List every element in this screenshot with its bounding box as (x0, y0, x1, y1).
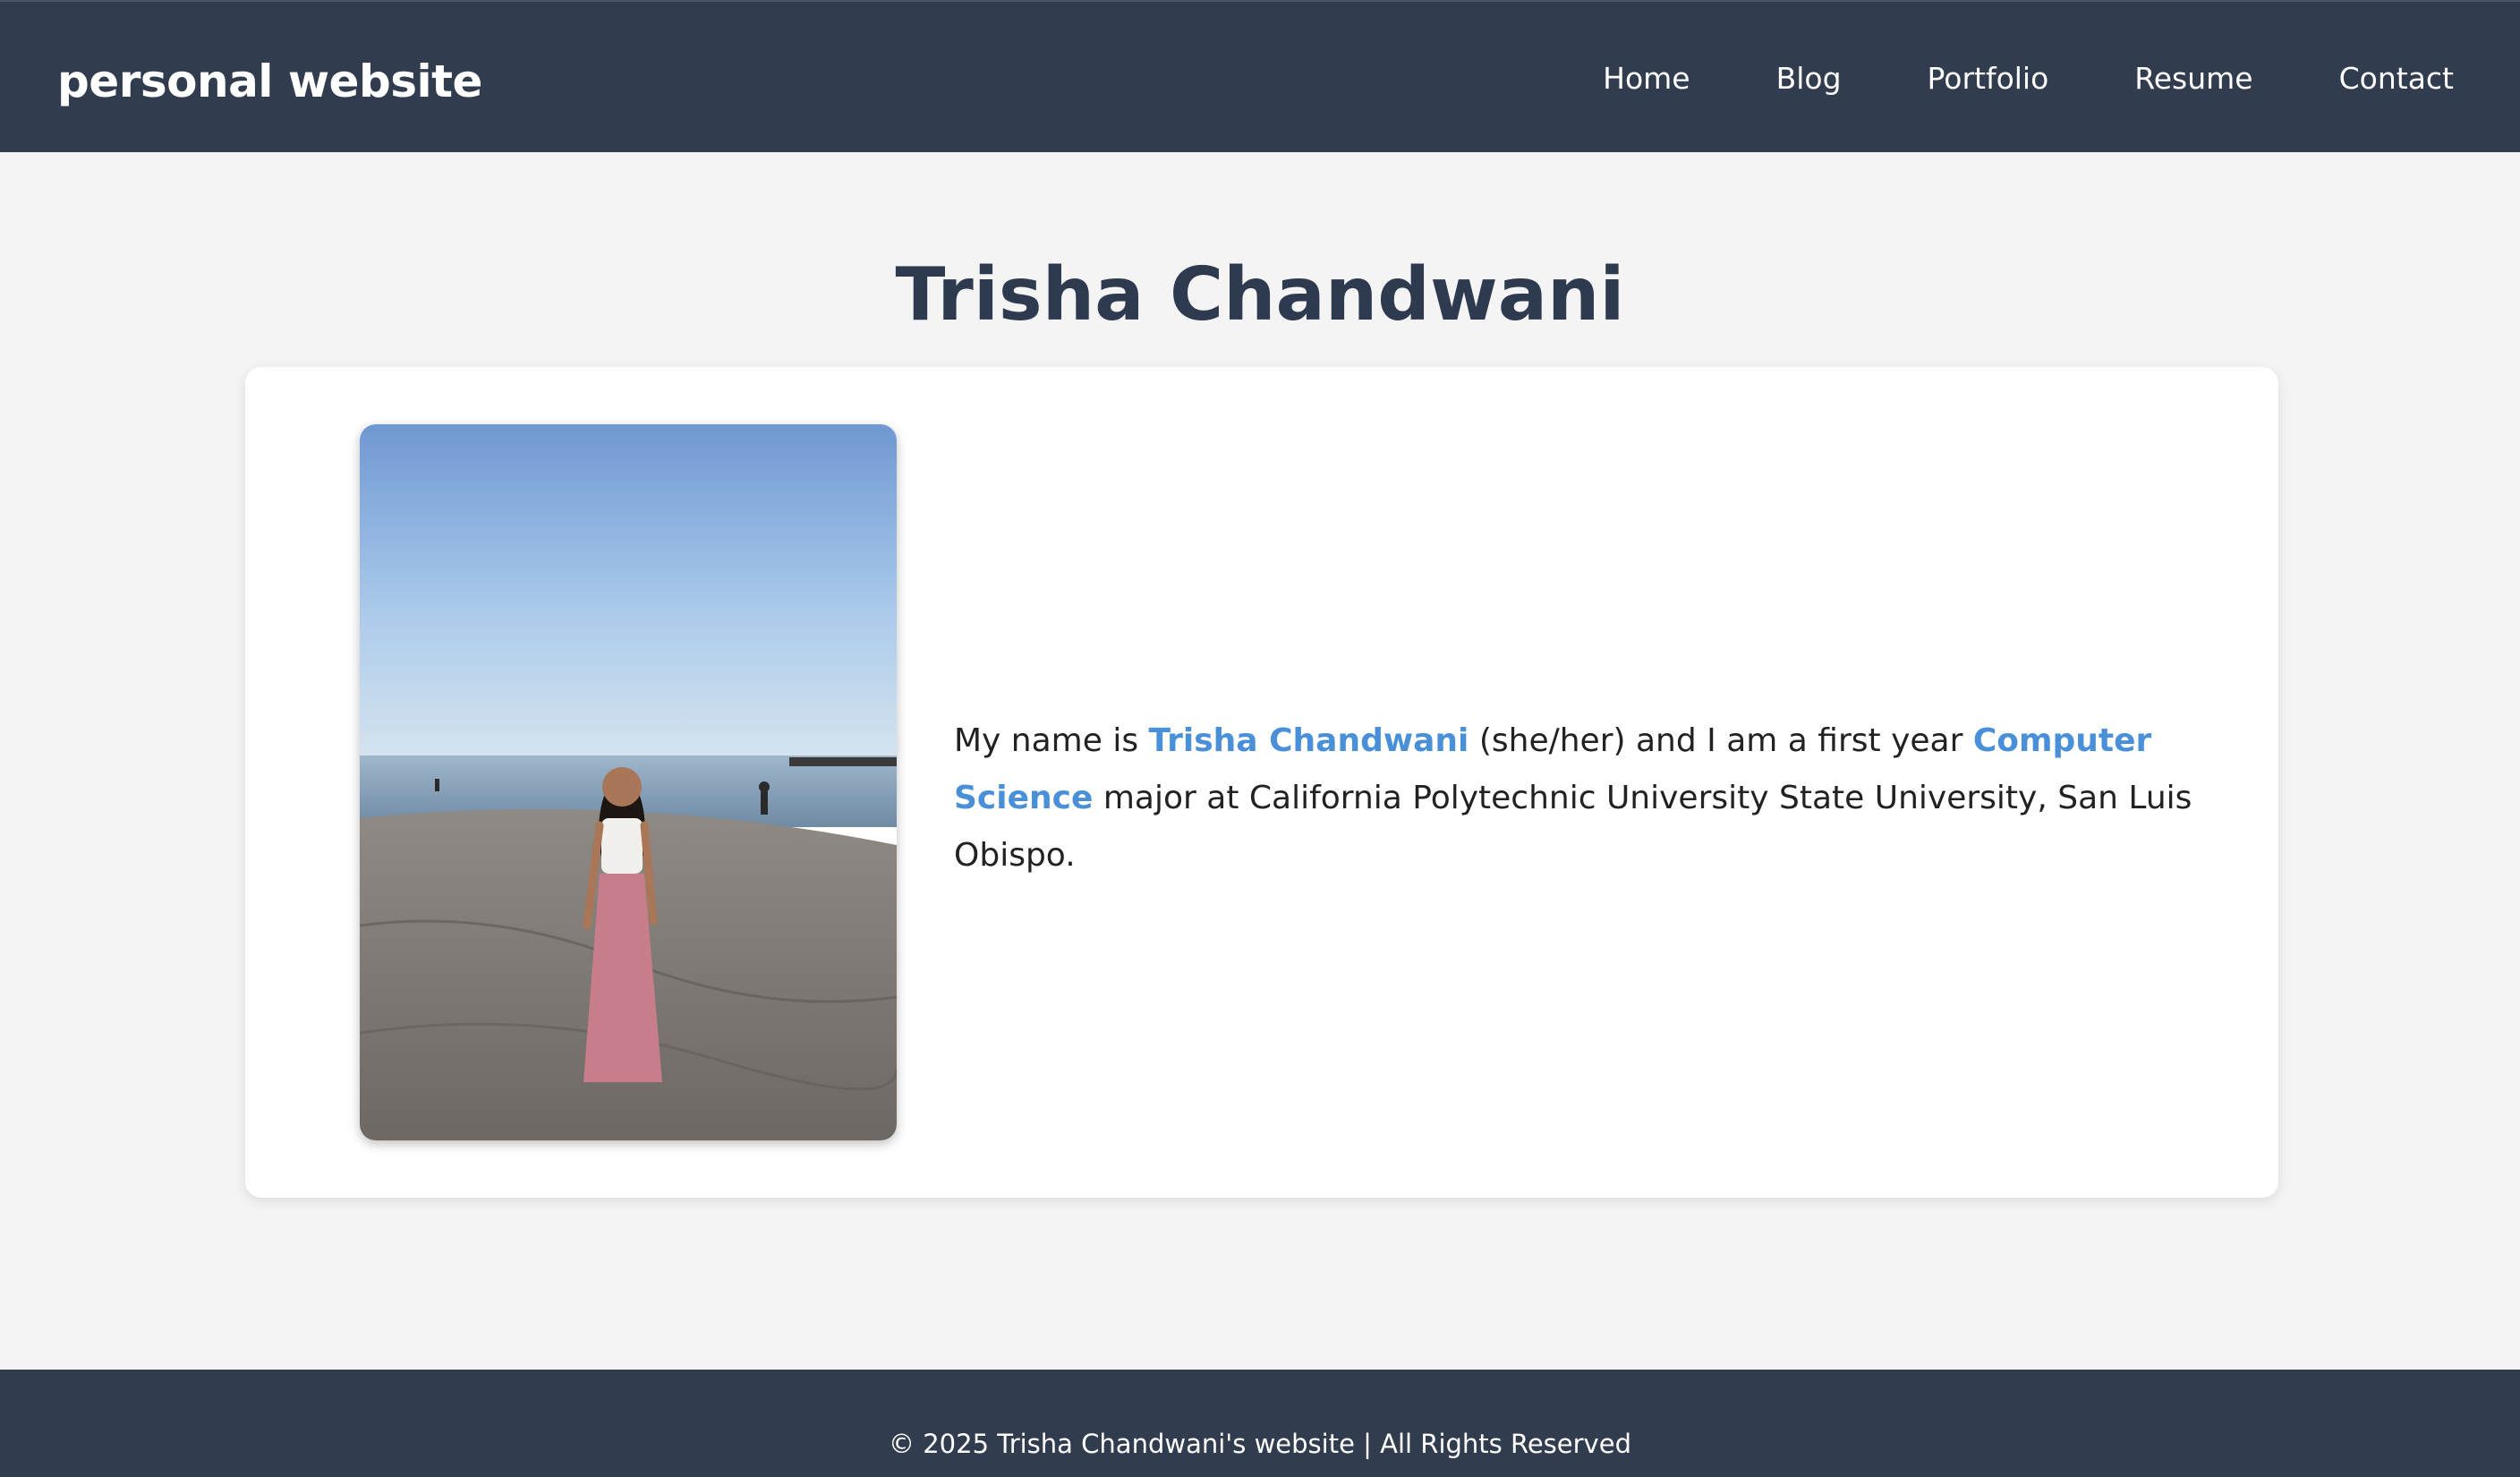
bio-school: major at California Polytechnic Universi… (954, 780, 2192, 874)
about-card: My name is Trisha Chandwani (she/her) an… (245, 367, 2278, 1198)
bio-name-highlight: Trisha Chandwani (1148, 722, 1469, 759)
navbar: personal website Home Blog Portfolio Res… (0, 0, 2520, 152)
profile-photo (360, 424, 897, 1140)
nav-link-blog[interactable]: Blog (1776, 61, 1842, 96)
site-brand[interactable]: personal website (57, 55, 482, 107)
footer-copyright: © 2025 Trisha Chandwani's website | All … (889, 1429, 1631, 1459)
nav-link-portfolio[interactable]: Portfolio (1928, 61, 2049, 96)
bio-text: My name is Trisha Chandwani (she/her) an… (954, 713, 2234, 884)
nav-link-resume[interactable]: Resume (2134, 61, 2252, 96)
nav-link-home[interactable]: Home (1603, 61, 1690, 96)
footer: © 2025 Trisha Chandwani's website | All … (0, 1370, 2520, 1477)
bio-pronouns: (she/her) and I am a first year (1469, 722, 1973, 759)
nav-link-contact[interactable]: Contact (2339, 61, 2454, 96)
bio-intro: My name is (954, 722, 1149, 759)
page-title: Trisha Chandwani (895, 252, 1625, 337)
nav-menu: Home Blog Portfolio Resume Contact (1603, 61, 2454, 96)
